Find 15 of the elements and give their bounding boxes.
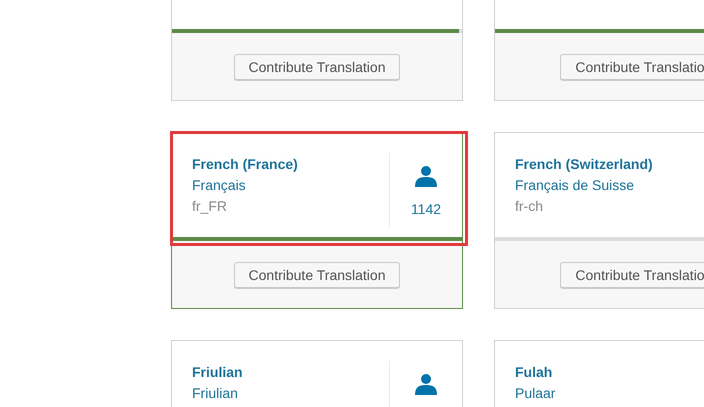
contribute-button[interactable]: Contribute Translation — [234, 262, 400, 288]
contribute-button[interactable]: Contribute Translatio — [560, 54, 704, 80]
native-name: Pulaar — [515, 384, 556, 400]
language-name[interactable]: French (Switzerland) — [515, 156, 653, 172]
contributor-count: 1142 — [410, 201, 442, 217]
language-name[interactable]: Fulah — [515, 364, 552, 380]
native-name: Français — [192, 176, 246, 192]
native-name: Friulian — [192, 384, 238, 400]
language-name[interactable]: Friulian — [192, 364, 243, 380]
locale-code: fr-ch — [515, 198, 543, 214]
language-name[interactable]: French (France) — [192, 156, 298, 172]
native-name: Français de Suisse — [515, 176, 634, 192]
locale-code: fr_FR — [192, 198, 227, 214]
contribute-button[interactable]: Contribute Translation — [234, 54, 400, 80]
contribute-button[interactable]: Contribute Translatio — [560, 262, 704, 288]
